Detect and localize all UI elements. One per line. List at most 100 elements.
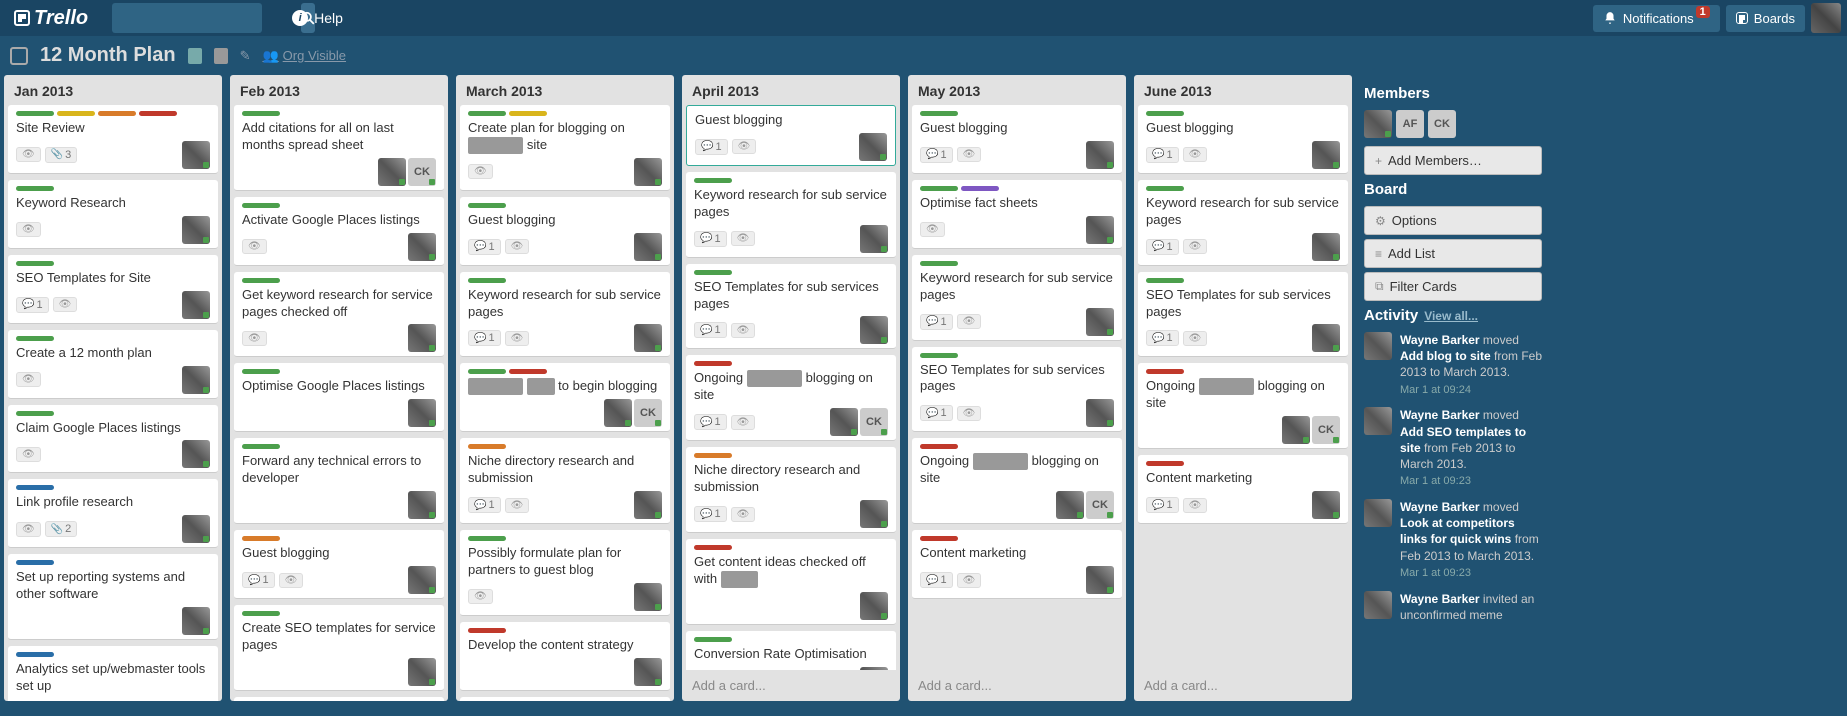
card[interactable]: Possibly formulate plan for partners to … [460, 530, 670, 616]
card[interactable]: Analytics set up/webmaster tools set up [8, 646, 218, 701]
card[interactable]: Get content ideas checked off with ████ [686, 539, 896, 625]
list-title[interactable]: April 2013 [682, 75, 900, 105]
member-avatar[interactable] [1086, 216, 1114, 244]
add-list-button[interactable]: ≡Add List [1364, 239, 1542, 268]
add-card-link[interactable]: Add a card... [908, 670, 1126, 701]
card[interactable]: Help ██████ with link [460, 697, 670, 701]
activity-avatar[interactable] [1364, 407, 1392, 435]
add-card-link[interactable]: Add a card... [682, 670, 900, 701]
card[interactable]: Optimise fact sheets [912, 180, 1122, 249]
member-initials[interactable]: CK [860, 408, 888, 436]
card[interactable]: ██████ ███ to begin bloggingCK [460, 363, 670, 432]
member-avatar[interactable] [182, 141, 210, 169]
member-avatar[interactable] [860, 592, 888, 620]
app-logo[interactable]: Trello [6, 7, 96, 30]
list-title[interactable]: Feb 2013 [230, 75, 448, 105]
board-title[interactable]: 12 Month Plan [40, 44, 176, 67]
list-title[interactable]: May 2013 [908, 75, 1126, 105]
member-avatar[interactable] [860, 667, 888, 670]
card[interactable]: Content marketing 1 [1138, 455, 1348, 524]
list-title[interactable]: Jan 2013 [4, 75, 222, 105]
card[interactable]: SEO Templates for Site 1 [8, 255, 218, 324]
member-initials[interactable]: CK [634, 399, 662, 427]
member-initials[interactable]: CK [408, 158, 436, 186]
member-avatar[interactable] [830, 408, 858, 436]
list-title[interactable]: March 2013 [456, 75, 674, 105]
search-box[interactable] [112, 3, 262, 33]
member-avatar[interactable] [634, 158, 662, 186]
add-card-link[interactable]: Add a card... [1134, 670, 1352, 701]
card[interactable]: Keyword research for sub service pages 1 [460, 272, 670, 358]
member-initials[interactable]: CK [1428, 110, 1456, 138]
card[interactable]: Forward any technical errors to develope… [234, 438, 444, 524]
card[interactable]: SEO Templates for sub services pages 1 [912, 347, 1122, 433]
member-avatar[interactable] [1056, 491, 1084, 519]
member-avatar[interactable] [1086, 399, 1114, 427]
notifications-button[interactable]: Notifications 1 [1593, 5, 1720, 32]
pencil-icon[interactable]: ✎ [240, 48, 251, 64]
member-avatar[interactable] [1086, 308, 1114, 336]
member-initials[interactable]: AF [1396, 110, 1424, 138]
card[interactable]: Get keyword research for service pages c… [234, 272, 444, 358]
card[interactable]: Niche directory research and submission … [460, 438, 670, 524]
card[interactable]: Guest blogging 1 [686, 105, 896, 166]
card[interactable]: SEO Templates for sub services pages 1 [686, 264, 896, 350]
card[interactable]: Develop the content strategy [460, 622, 670, 691]
card[interactable]: Create plan for blogging on ██████ site [460, 105, 670, 191]
member-avatar[interactable] [1086, 566, 1114, 594]
member-avatar[interactable] [634, 491, 662, 519]
card[interactable]: Content marketing 1 [912, 530, 1122, 599]
boards-button[interactable]: Boards [1726, 5, 1805, 32]
member-avatar[interactable] [182, 366, 210, 394]
card[interactable]: Claim Google Places listings [8, 405, 218, 474]
member-avatar[interactable] [408, 399, 436, 427]
options-button[interactable]: ⚙Options [1364, 206, 1542, 235]
member-avatar[interactable] [1312, 233, 1340, 261]
help-link[interactable]: i Help [292, 10, 343, 26]
member-avatar[interactable] [860, 316, 888, 344]
card[interactable]: Niche directory research and submission … [686, 447, 896, 533]
member-avatar[interactable] [182, 515, 210, 543]
filter-cards-button[interactable]: ⧉Filter Cards [1364, 272, 1542, 301]
member-avatar[interactable] [408, 491, 436, 519]
member-avatar[interactable] [1086, 141, 1114, 169]
member-avatar[interactable] [634, 233, 662, 261]
member-avatar[interactable] [860, 500, 888, 528]
activity-avatar[interactable] [1364, 332, 1392, 360]
card[interactable]: Keyword research for sub service pages 1 [1138, 180, 1348, 266]
card[interactable]: Create SEO templates for service pages [234, 605, 444, 691]
add-members-button[interactable]: +Add Members… [1364, 146, 1542, 175]
card[interactable]: Guest blogging 1 [460, 197, 670, 266]
card[interactable]: SEO Templates for sub services pages 1 [1138, 272, 1348, 358]
card[interactable]: Ongoing ██████ blogging on siteCK [1138, 363, 1348, 449]
card[interactable]: Add citations for all on last months spr… [234, 105, 444, 191]
view-all-link[interactable]: View all... [1424, 309, 1478, 323]
card[interactable]: Create a 12 month plan [8, 330, 218, 399]
user-avatar[interactable] [1811, 3, 1841, 33]
card[interactable]: Optimise Google Places listings [234, 363, 444, 432]
member-avatar[interactable] [182, 216, 210, 244]
member-avatar[interactable] [859, 133, 887, 161]
member-avatar[interactable] [1282, 416, 1310, 444]
member-avatar[interactable] [1312, 141, 1340, 169]
card[interactable]: Ongoing ██████ blogging on siteCK [912, 438, 1122, 524]
member-avatar[interactable] [634, 583, 662, 611]
card[interactable]: Guest blogging 1 [1138, 105, 1348, 174]
card[interactable]: Site Review 3 [8, 105, 218, 174]
card[interactable]: Activate Google Places listings [234, 197, 444, 266]
member-avatar[interactable] [1312, 324, 1340, 352]
member-avatar[interactable] [408, 658, 436, 686]
card[interactable]: Conversion Rate Optimisation [686, 631, 896, 670]
member-avatar[interactable] [860, 225, 888, 253]
card[interactable]: Set up reporting systems and other softw… [8, 554, 218, 640]
card[interactable]: Ongoing ██████ blogging on site 1CK [686, 355, 896, 441]
card[interactable]: Guest blogging 1 [912, 105, 1122, 174]
member-avatar[interactable] [182, 291, 210, 319]
member-initials[interactable]: CK [1086, 491, 1114, 519]
member-avatar[interactable] [408, 566, 436, 594]
member-avatar[interactable] [634, 324, 662, 352]
search-input[interactable] [112, 11, 301, 26]
member-avatar[interactable] [182, 440, 210, 468]
card[interactable]: Keyword Research [8, 180, 218, 249]
member-avatar[interactable] [408, 233, 436, 261]
